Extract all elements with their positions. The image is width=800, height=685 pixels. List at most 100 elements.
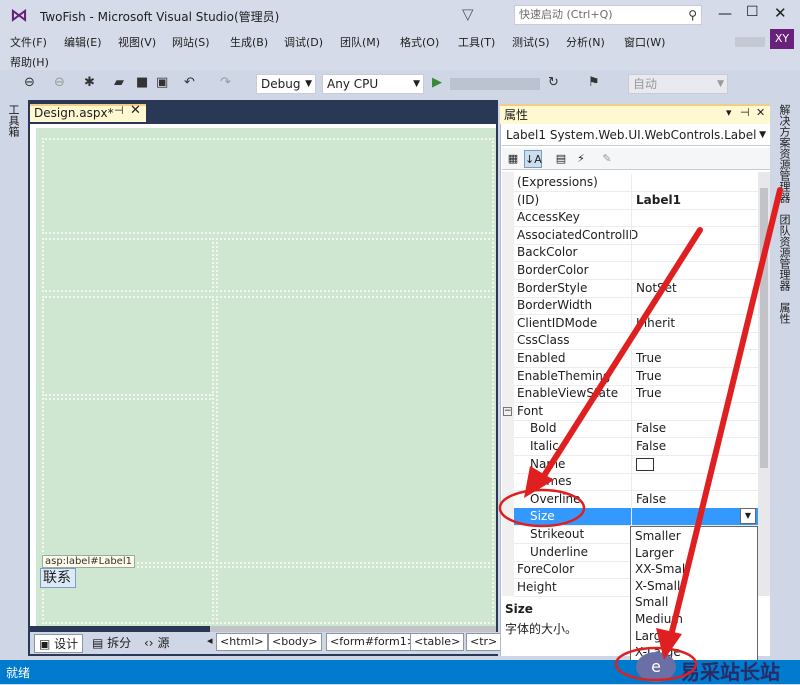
size-dropdown-button[interactable]: ▼: [740, 508, 756, 524]
quick-launch-input[interactable]: 快速启动 (Ctrl+Q) ⚲: [514, 5, 702, 25]
property-row[interactable]: BorderColor: [514, 262, 758, 280]
property-row[interactable]: BorderStyle NotSet: [514, 279, 758, 298]
table-cell[interactable]: [42, 238, 214, 292]
browser-link-icon[interactable]: ⚑: [588, 75, 600, 90]
menu-analyze[interactable]: 分析(N): [566, 34, 605, 50]
menu-debug[interactable]: 调试(D): [284, 34, 323, 50]
menu-view[interactable]: 视图(V): [118, 34, 156, 50]
property-row[interactable]: Size: [514, 508, 758, 527]
platform-select[interactable]: Any CPU ▼: [322, 74, 424, 94]
scrollbar-thumb[interactable]: [760, 188, 768, 468]
menu-file[interactable]: 文件(F): [10, 34, 47, 50]
size-option[interactable]: Medium: [635, 612, 683, 626]
menu-website[interactable]: 网站(S): [172, 34, 210, 50]
user-avatar[interactable]: XY: [770, 29, 794, 49]
menu-build[interactable]: 生成(B): [230, 34, 268, 50]
search-icon[interactable]: ⚲: [688, 6, 697, 24]
configuration-select[interactable]: Debug ▼: [256, 74, 316, 94]
property-row[interactable]: BorderWidth: [514, 297, 758, 316]
navigate-back-icon[interactable]: ⊖: [24, 75, 35, 90]
property-row[interactable]: Overline False: [514, 490, 758, 509]
breadcrumb-table[interactable]: <table>: [410, 633, 465, 651]
breadcrumb-scroll-left-icon[interactable]: ◂: [204, 633, 216, 651]
property-row[interactable]: Names: [514, 473, 758, 492]
property-row[interactable]: BackColor: [514, 244, 758, 263]
redo-icon[interactable]: ↷: [220, 75, 231, 90]
view-split-button[interactable]: ▤ 拆分: [92, 634, 131, 651]
menu-tools[interactable]: 工具(T): [458, 34, 495, 50]
table-cell[interactable]: [216, 238, 494, 292]
refresh-icon[interactable]: ↻: [548, 75, 559, 90]
save-icon[interactable]: ■: [136, 75, 148, 90]
menu-test[interactable]: 测试(S): [512, 34, 550, 50]
table-cell[interactable]: [42, 138, 494, 234]
property-value[interactable]: Label1: [636, 192, 681, 209]
size-option[interactable]: XX-Small: [635, 562, 689, 576]
collapse-icon[interactable]: −: [503, 406, 512, 416]
auto-select[interactable]: 自动 ▼: [628, 74, 728, 94]
notification-filter-icon[interactable]: ▽: [462, 5, 474, 23]
close-button[interactable]: ✕: [774, 4, 787, 22]
property-value[interactable]: True: [636, 350, 662, 367]
tab-solution-explorer[interactable]: 解决方案资源管理器: [776, 104, 792, 203]
property-pages-icon[interactable]: ✎: [598, 150, 616, 168]
minimize-button[interactable]: —: [718, 6, 732, 22]
maximize-button[interactable]: ☐: [746, 4, 759, 20]
font-name-swatch[interactable]: [636, 457, 654, 471]
undo-icon[interactable]: ↶: [184, 75, 195, 90]
label-control[interactable]: 联系: [40, 568, 76, 588]
size-option[interactable]: Small: [635, 595, 668, 609]
tab-design-aspx[interactable]: Design.aspx*: [30, 104, 146, 122]
menu-edit[interactable]: 编辑(E): [64, 34, 102, 50]
tab-team-explorer[interactable]: 团队资源管理器: [776, 214, 792, 291]
properties-icon[interactable]: ▤: [552, 150, 570, 168]
property-row[interactable]: EnableViewState True: [514, 385, 758, 404]
property-row[interactable]: (ID) Label1: [514, 191, 758, 210]
breadcrumb-tr[interactable]: <tr>: [466, 633, 502, 651]
menu-team[interactable]: 团队(M): [340, 34, 380, 50]
property-row[interactable]: EnableTheming True: [514, 367, 758, 386]
property-row[interactable]: − Font: [503, 402, 758, 421]
debug-target[interactable]: [450, 78, 540, 90]
size-option[interactable]: Large: [635, 629, 669, 643]
property-row[interactable]: ClientIDMode Inherit: [514, 314, 758, 333]
property-row[interactable]: Italic False: [514, 438, 758, 456]
close-icon[interactable]: ✕: [756, 106, 765, 119]
save-all-icon[interactable]: ▣: [156, 75, 168, 90]
breadcrumb-body[interactable]: <body>: [268, 633, 322, 651]
menu-window[interactable]: 窗口(W): [624, 34, 665, 50]
pin-icon[interactable]: ⊣: [740, 106, 750, 119]
property-row[interactable]: CssClass: [514, 332, 758, 351]
property-value[interactable]: True: [636, 385, 662, 402]
user-name[interactable]: [735, 37, 765, 47]
property-value[interactable]: False: [636, 491, 666, 508]
table-cell[interactable]: [216, 566, 494, 624]
property-row[interactable]: (Expressions): [514, 174, 758, 192]
size-option[interactable]: Larger: [635, 546, 674, 560]
property-value[interactable]: Inherit: [636, 315, 675, 332]
property-row[interactable]: Bold False: [514, 420, 758, 439]
property-row[interactable]: AssociatedControlID: [514, 226, 758, 245]
object-selector[interactable]: Label1 System.Web.UI.WebControls.Label ▼: [502, 126, 770, 146]
view-design-button[interactable]: ▣ 设计: [34, 634, 84, 653]
alphabetical-icon[interactable]: ↓A: [524, 150, 542, 168]
property-value[interactable]: False: [636, 438, 666, 455]
new-project-icon[interactable]: ✱: [84, 75, 95, 90]
table-cell[interactable]: [42, 398, 214, 564]
pin-icon[interactable]: ⊣: [114, 104, 124, 117]
property-row[interactable]: Enabled True: [514, 350, 758, 368]
property-row[interactable]: Name: [514, 455, 758, 474]
categorized-icon[interactable]: ▦: [504, 150, 522, 168]
events-icon[interactable]: ⚡: [572, 150, 590, 168]
navigate-forward-icon[interactable]: ⊖: [54, 75, 65, 90]
menu-help[interactable]: 帮助(H): [10, 54, 49, 70]
breadcrumb-html[interactable]: <html>: [216, 633, 268, 651]
view-source-button[interactable]: ‹› 源: [144, 634, 169, 651]
toolbox-tab[interactable]: 工具箱: [7, 104, 21, 137]
panel-menu-icon[interactable]: ▾: [726, 106, 732, 119]
open-file-icon[interactable]: ▰: [114, 75, 124, 90]
table-cell[interactable]: [216, 296, 494, 564]
property-value[interactable]: True: [636, 368, 662, 385]
breadcrumb-form[interactable]: <form#form1>: [326, 633, 420, 651]
property-value[interactable]: False: [636, 420, 666, 437]
